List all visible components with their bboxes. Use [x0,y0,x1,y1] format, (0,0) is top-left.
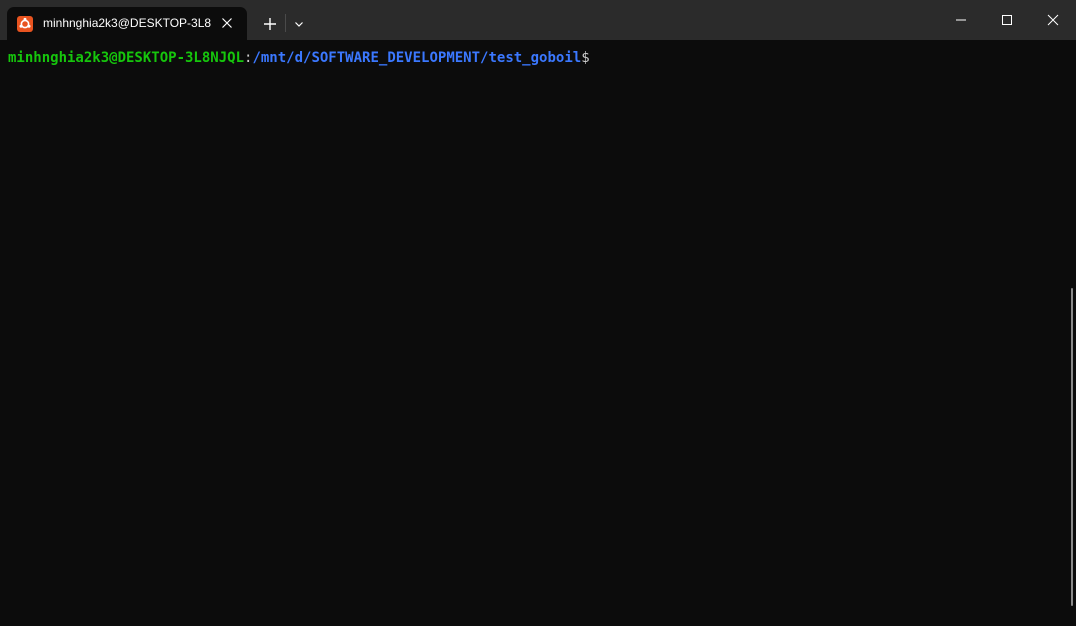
close-tab-icon[interactable] [219,15,235,31]
prompt-user-host: minhnghia2k3@DESKTOP-3L8NJQL [8,50,245,66]
ubuntu-icon [17,16,33,32]
scrollbar[interactable] [1068,40,1076,626]
prompt-line: minhnghia2k3@DESKTOP-3L8NJQL:/mnt/d/SOFT… [8,49,590,67]
plus-icon [264,18,276,30]
close-icon [1047,14,1059,26]
minimize-button[interactable] [938,0,984,40]
scrollbar-thumb[interactable] [1071,288,1073,606]
profile-dropdown-button[interactable] [289,12,309,36]
title-bar[interactable]: minhnghia2k3@DESKTOP-3L8 [0,0,1076,40]
maximize-icon [1002,15,1012,25]
tab-divider [285,14,286,32]
maximize-button[interactable] [984,0,1030,40]
prompt-path: /mnt/d/SOFTWARE_DEVELOPMENT/test_goboil [252,50,582,66]
terminal-window: minhnghia2k3@DESKTOP-3L8 minhnghia2k3@DE… [0,0,1076,626]
new-tab-button[interactable] [256,12,284,36]
terminal-tab[interactable]: minhnghia2k3@DESKTOP-3L8 [7,7,247,40]
chevron-down-icon [295,22,303,27]
tab-title: minhnghia2k3@DESKTOP-3L8 [43,16,212,30]
terminal-output[interactable]: minhnghia2k3@DESKTOP-3L8NJQL:/mnt/d/SOFT… [0,40,1068,626]
close-window-button[interactable] [1030,0,1076,40]
minimize-icon [956,19,966,21]
prompt-symbol: $ [581,50,590,66]
